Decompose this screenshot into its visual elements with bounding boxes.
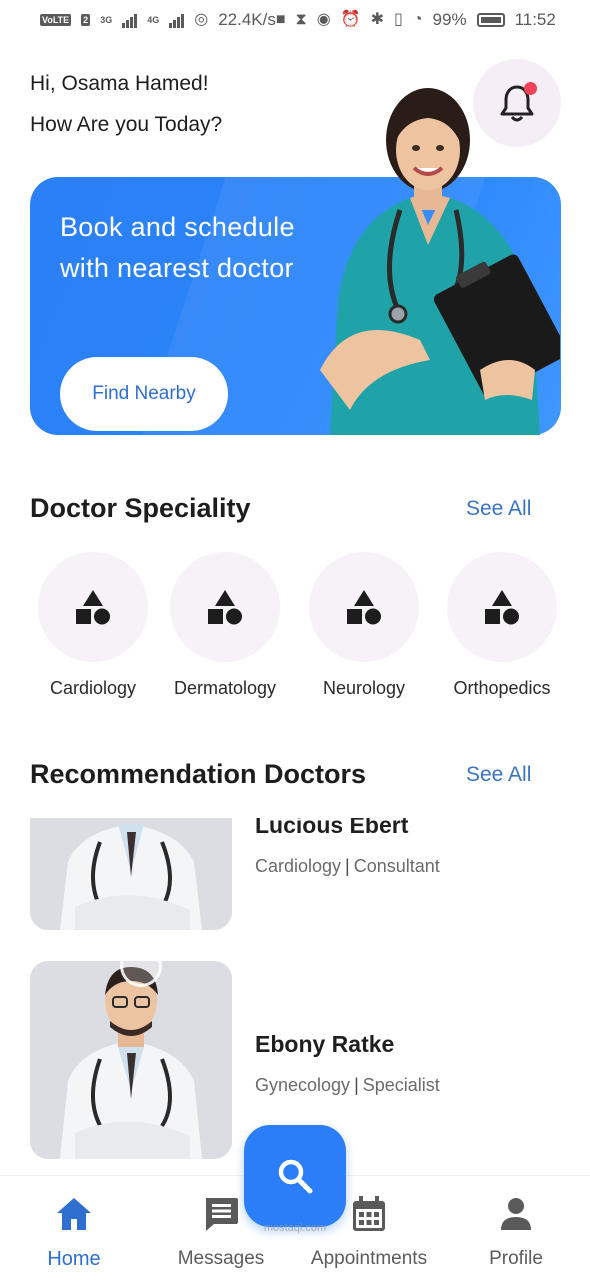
- nav-item-profile[interactable]: Profile: [446, 1194, 586, 1270]
- speciality-list: Cardiology Dermatology Neurology Orthope…: [30, 552, 560, 698]
- speciality-item-orthopedics[interactable]: Orthopedics: [439, 552, 565, 699]
- doctor-photo: [30, 818, 232, 930]
- clock: 11:52: [514, 10, 556, 29]
- meta-separator: |: [345, 856, 350, 876]
- doctor-rank: Consultant: [353, 856, 440, 876]
- category-shapes-icon: [76, 590, 110, 625]
- status-bar: VoLTE 2 3G 4G ◎ 22.4K/s ■ ⧗ ◉ ⏰ ✱ ▯ ◔ 99…: [0, 0, 590, 40]
- eye-icon: ◉: [316, 11, 331, 28]
- doctor-rank: Specialist: [362, 1075, 440, 1095]
- doctor-specialty: Gynecology: [255, 1075, 351, 1095]
- nav-label: Home: [47, 1248, 101, 1270]
- status-left: VoLTE 2 3G 4G ◎ 22.4K/s: [40, 10, 276, 30]
- search-fab-button[interactable]: [244, 1125, 346, 1227]
- network-speed: 22.4K/s: [218, 10, 276, 29]
- meta-separator: |: [354, 1075, 359, 1095]
- speciality-circle: [447, 552, 557, 662]
- bluetooth-icon: ✱: [370, 11, 385, 28]
- speciality-see-all-link[interactable]: See All: [466, 497, 531, 521]
- greeting: Hi, Osama Hamed! How Are you Today?: [30, 70, 222, 139]
- greeting-question: How Are you Today?: [30, 113, 223, 136]
- home-icon: [4, 1194, 144, 1234]
- speed-gauge-icon: ◔: [412, 11, 423, 28]
- speciality-item-cardiology[interactable]: Cardiology: [30, 552, 156, 699]
- touch-indicator: [120, 945, 162, 987]
- doctor-photo: [30, 961, 232, 1159]
- battery-icon: [476, 13, 505, 27]
- category-shapes-icon: [208, 590, 242, 625]
- vibrate-icon: ▯: [394, 11, 403, 28]
- doctor-specialty: Cardiology: [255, 856, 342, 876]
- doctor-name: Ebony Ratke: [255, 1031, 395, 1057]
- greeting-name: Hi, Osama Hamed!: [30, 72, 209, 95]
- doctor-meta: Cardiology | Consultant: [255, 856, 440, 877]
- speciality-circle: [38, 552, 148, 662]
- doctor-card[interactable]: Lucious Ebert Cardiology | Consultant: [30, 818, 560, 932]
- speciality-circle: [170, 552, 280, 662]
- speciality-label: Dermatology: [173, 678, 277, 698]
- hotspot-icon: ◎: [194, 11, 209, 28]
- notification-badge: [524, 82, 537, 95]
- person-icon: [446, 1194, 586, 1234]
- speciality-label: Orthopedics: [453, 678, 551, 698]
- status-right: ■ ⧗ ◉ ⏰ ✱ ▯ ◔ 99% 11:52: [276, 10, 556, 30]
- banner-title: Book and schedule with nearest doctor: [60, 212, 295, 283]
- nav-label: Messages: [177, 1248, 265, 1269]
- doctor-list: Lucious Ebert Cardiology | Consultant Eb…: [0, 818, 590, 1178]
- recommendation-title: Recommendation Doctors: [30, 759, 367, 789]
- doctor-name: Lucious Ebert: [255, 818, 409, 838]
- doctor-meta: Gynecology | Specialist: [255, 1075, 440, 1096]
- network-type-4g: 4G: [147, 15, 160, 25]
- hourglass-icon: ⧗: [295, 11, 307, 28]
- speciality-circle: [309, 552, 419, 662]
- notification-button[interactable]: [473, 59, 561, 147]
- category-shapes-icon: [347, 590, 381, 625]
- watermark: mostaql.com: [263, 1222, 327, 1234]
- sim-badge: 2: [81, 14, 91, 26]
- alarm-icon: ⏰: [340, 11, 361, 28]
- speciality-label: Neurology: [322, 678, 406, 698]
- nav-label: Appointments: [310, 1248, 428, 1269]
- speciality-item-neurology[interactable]: Neurology: [301, 552, 427, 699]
- battery-percent: 99%: [432, 10, 467, 29]
- signal-icon-2: [169, 12, 185, 28]
- category-shapes-icon: [485, 590, 519, 625]
- volte-badge: VoLTE: [40, 14, 72, 26]
- speciality-item-dermatology[interactable]: Dermatology: [162, 552, 288, 699]
- recommendation-see-all-link[interactable]: See All: [466, 763, 531, 787]
- speciality-label: Cardiology: [49, 678, 137, 698]
- speciality-title: Doctor Speciality: [30, 493, 251, 523]
- signal-icon: [122, 12, 138, 28]
- nav-item-home[interactable]: Home: [4, 1194, 144, 1271]
- video-icon: ■: [275, 11, 286, 28]
- network-type-3g: 3G: [100, 15, 113, 25]
- nav-label: Profile: [489, 1248, 543, 1269]
- search-icon: [278, 1159, 313, 1194]
- find-nearby-button[interactable]: Find Nearby: [60, 357, 228, 431]
